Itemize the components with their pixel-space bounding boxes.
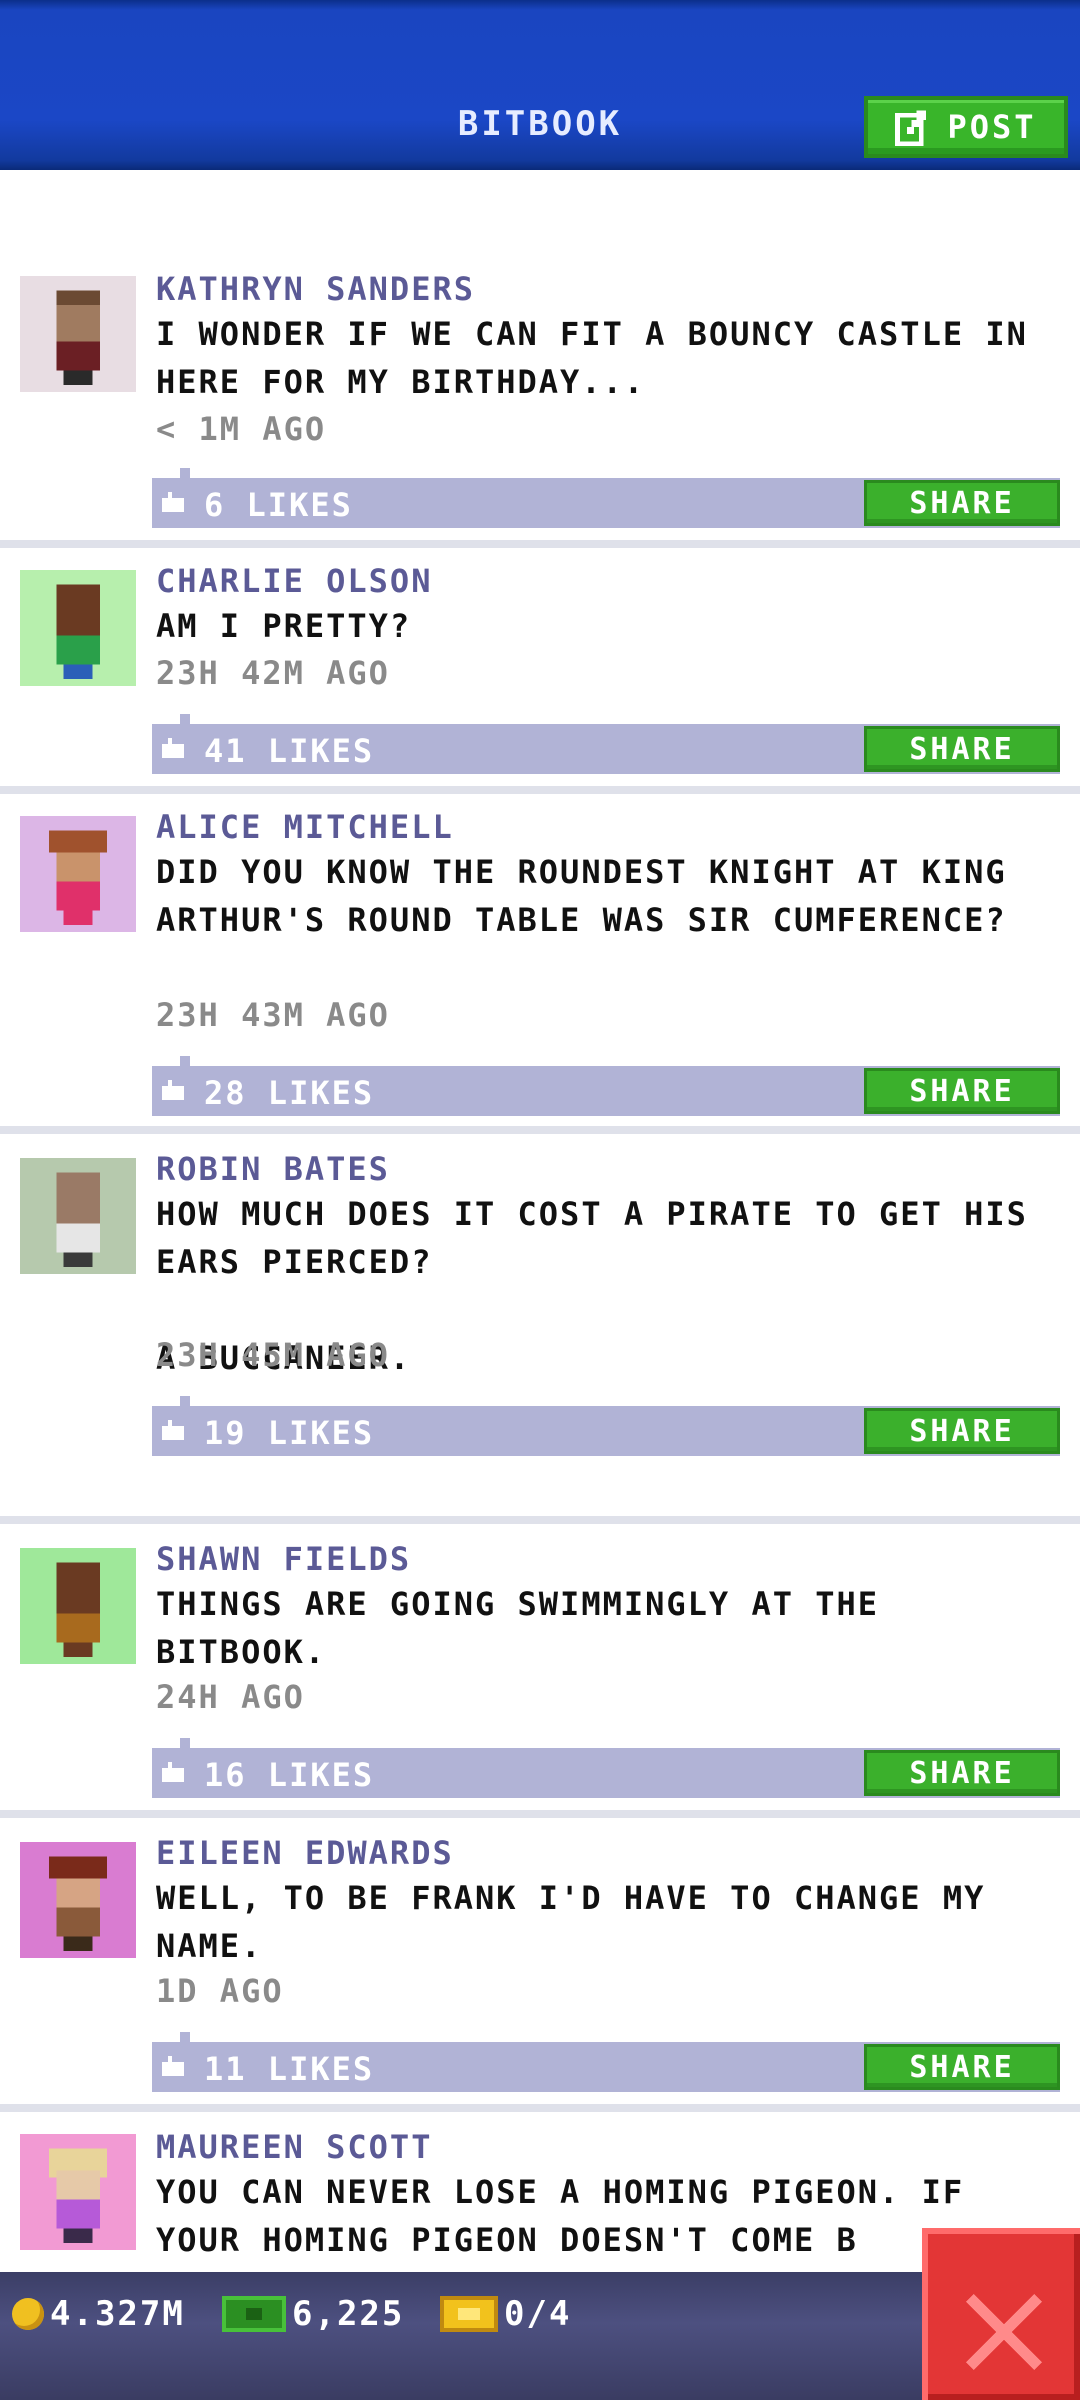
post-time: 23H 42M AGO	[156, 654, 390, 692]
avatar-image	[20, 1548, 136, 1664]
post-time: < 1M AGO	[156, 410, 327, 448]
currency-bar: 4.327M 6,225 0/4	[0, 2272, 1080, 2400]
like-bar: 19 LIKES SHARE	[152, 1396, 1060, 1456]
like-icon[interactable]	[162, 492, 184, 512]
avatar-image	[20, 1842, 136, 1958]
like-icon[interactable]	[162, 1420, 184, 1440]
post-button[interactable]: POST	[864, 96, 1068, 158]
post-divider	[0, 1516, 1080, 1524]
post-time: 23H 43M AGO	[156, 996, 390, 1034]
like-bar: 28 LIKES SHARE	[152, 1056, 1060, 1116]
close-button[interactable]	[922, 2228, 1080, 2400]
post-message: I WONDER IF WE CAN FIT A BOUNCY CASTLE I…	[156, 315, 1028, 401]
like-count: 16 LIKES	[204, 1756, 375, 1794]
share-button[interactable]: SHARE	[864, 1750, 1060, 1796]
like-icon[interactable]	[162, 1762, 184, 1782]
coin-balance[interactable]: 4.327M	[12, 2294, 185, 2334]
like-count: 28 LIKES	[204, 1074, 375, 1112]
like-bar: 41 LIKES SHARE	[152, 714, 1060, 774]
post-time: 1D AGO	[156, 1972, 284, 2010]
bux-balance[interactable]: 6,225	[222, 2294, 404, 2334]
app-header: BITBOOK POST	[0, 0, 1080, 170]
avatar[interactable]	[20, 1548, 136, 1664]
edit-icon	[895, 110, 927, 146]
close-icon	[966, 2294, 1042, 2370]
post-author[interactable]: CHARLIE OLSON	[156, 562, 432, 600]
avatar-image	[20, 276, 136, 392]
post-divider	[0, 1126, 1080, 1134]
avatar-image	[20, 1158, 136, 1274]
avatar[interactable]	[20, 570, 136, 686]
share-button[interactable]: SHARE	[864, 480, 1060, 526]
post-message: YOU CAN NEVER LOSE A HOMING PIGEON. IF Y…	[156, 2173, 965, 2259]
post-time: 23H 45M AGO	[156, 1336, 390, 1374]
post-divider	[0, 2104, 1080, 2112]
coin-amount: 4.327M	[50, 2294, 185, 2334]
like-count: 11 LIKES	[204, 2050, 375, 2088]
share-button[interactable]: SHARE	[864, 1068, 1060, 1114]
avatar[interactable]	[20, 816, 136, 932]
post-author[interactable]: ROBIN BATES	[156, 1150, 390, 1188]
coin-icon	[12, 2298, 44, 2330]
like-count: 41 LIKES	[204, 732, 375, 770]
avatar-image	[20, 570, 136, 686]
avatar[interactable]	[20, 1158, 136, 1274]
like-bar: 6 LIKES SHARE	[152, 468, 1060, 528]
post-divider	[0, 540, 1080, 548]
post-button-label: POST	[947, 108, 1037, 146]
like-bar: 16 LIKES SHARE	[152, 1738, 1060, 1798]
avatar-image	[20, 816, 136, 932]
like-icon[interactable]	[162, 1080, 184, 1100]
like-bar: 11 LIKES SHARE	[152, 2032, 1060, 2092]
ticket-balance[interactable]: 0/4	[440, 2294, 571, 2334]
ticket-amount: 0/4	[504, 2294, 572, 2334]
share-button[interactable]: SHARE	[864, 1408, 1060, 1454]
avatar[interactable]	[20, 2134, 136, 2250]
avatar[interactable]	[20, 1842, 136, 1958]
like-count: 19 LIKES	[204, 1414, 375, 1452]
like-icon[interactable]	[162, 738, 184, 758]
post-message: AM I PRETTY?	[156, 607, 412, 645]
post-author[interactable]: MAUREEN SCOTT	[156, 2128, 432, 2166]
post-author[interactable]: KATHRYN SANDERS	[156, 270, 475, 308]
post-author[interactable]: EILEEN EDWARDS	[156, 1834, 454, 1872]
post-message: WELL, TO BE FRANK I'D HAVE TO CHANGE MY …	[156, 1879, 986, 1965]
share-button[interactable]: SHARE	[864, 726, 1060, 772]
post-author[interactable]: SHAWN FIELDS	[156, 1540, 411, 1578]
like-icon[interactable]	[162, 2056, 184, 2076]
post-author[interactable]: ALICE MITCHELL	[156, 808, 454, 846]
post-message: THINGS ARE GOING SWIMMINGLY AT THE BITBO…	[156, 1585, 880, 1671]
like-count: 6 LIKES	[204, 486, 353, 524]
ticket-icon	[440, 2296, 498, 2332]
share-button[interactable]: SHARE	[864, 2044, 1060, 2090]
bux-amount: 6,225	[292, 2294, 405, 2334]
bux-icon	[222, 2296, 286, 2332]
post-divider	[0, 786, 1080, 794]
post-divider	[0, 1810, 1080, 1818]
post-time: 24H AGO	[156, 1678, 305, 1716]
post-message: DID YOU KNOW THE ROUNDEST KNIGHT AT KING…	[156, 853, 1007, 939]
avatar-image	[20, 2134, 136, 2250]
avatar[interactable]	[20, 276, 136, 392]
